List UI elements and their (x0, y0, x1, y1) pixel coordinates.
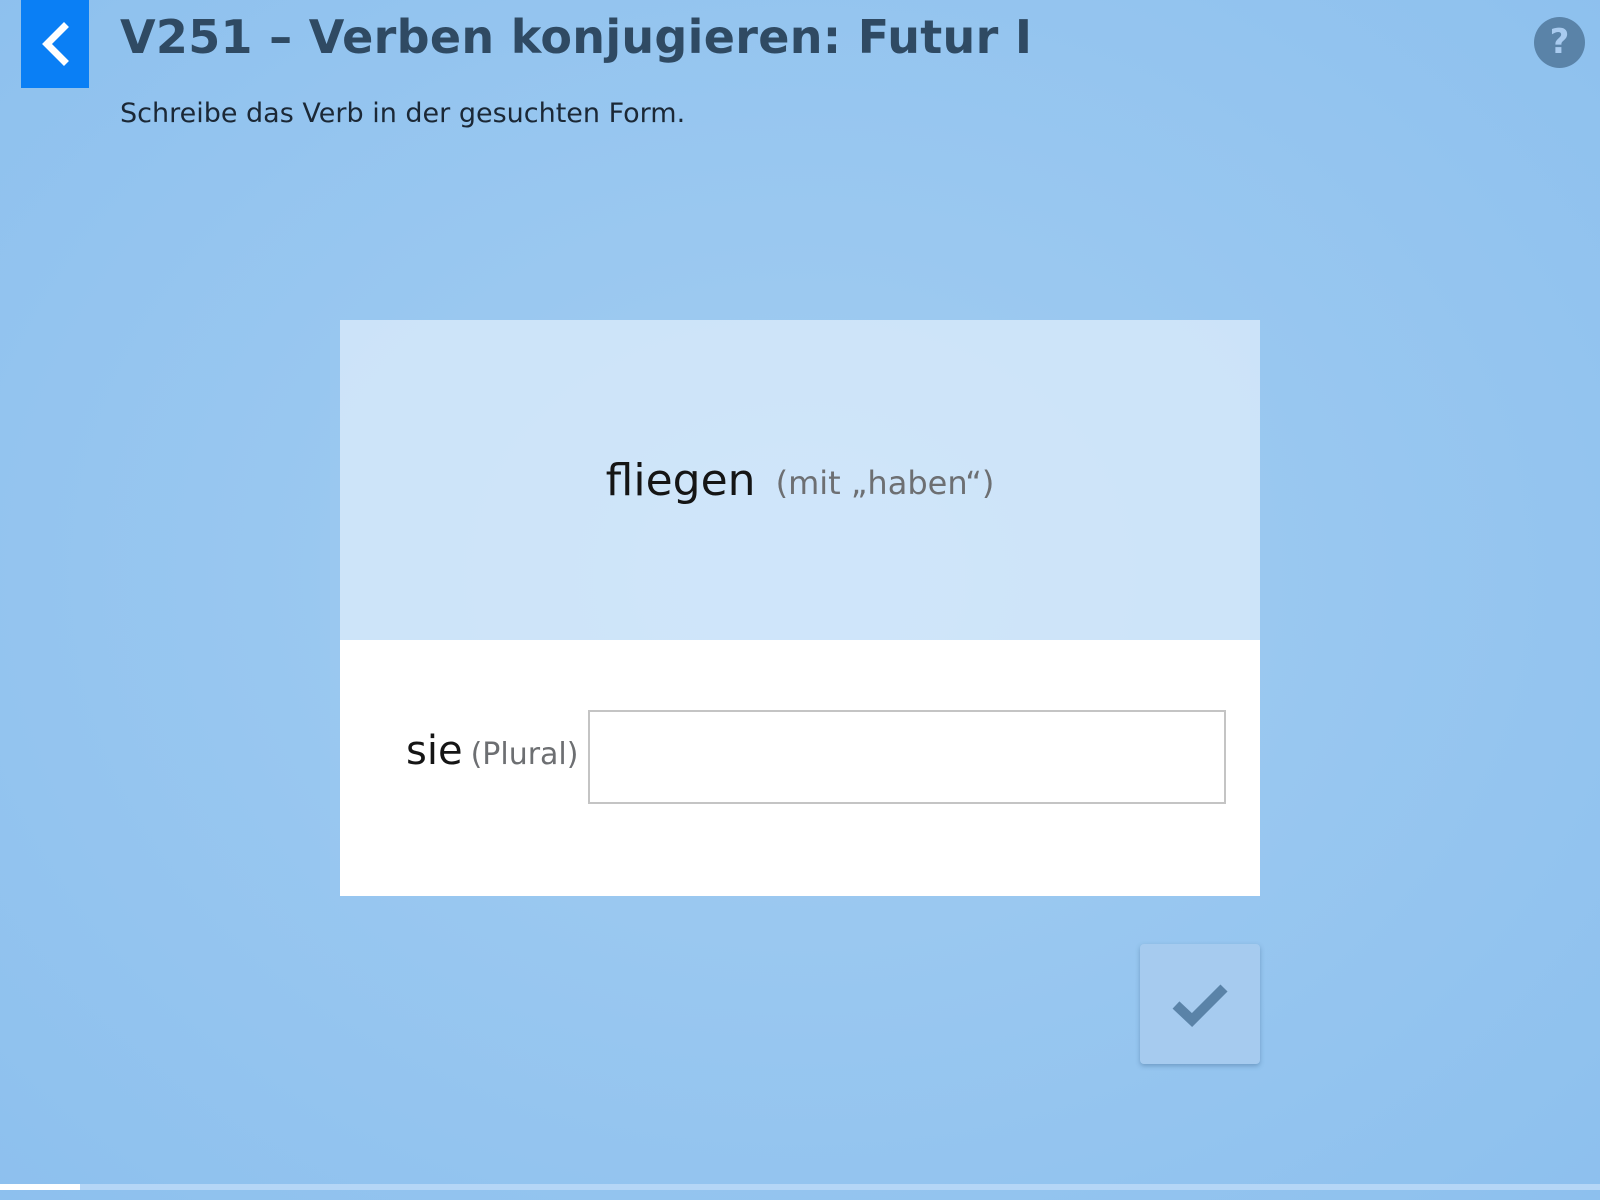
progress-bar (0, 1184, 1600, 1190)
pronoun-label: sie (Plural) (406, 728, 578, 784)
help-button[interactable]: ? (1534, 17, 1585, 68)
exercise-card: fliegen (mit „haben“) sie (Plural) (340, 320, 1260, 896)
verb-infinitive: fliegen (605, 454, 756, 506)
checkmark-icon (1170, 980, 1230, 1028)
page-title: V251 – Verben konjugieren: Futur I (120, 10, 1033, 64)
question-mark-icon: ? (1549, 22, 1570, 62)
progress-fill (0, 1184, 80, 1190)
back-button[interactable] (21, 0, 89, 88)
answer-area: sie (Plural) (340, 640, 1260, 896)
verb-prompt: fliegen (mit „haben“) (340, 320, 1260, 640)
check-answer-button[interactable] (1140, 944, 1260, 1064)
pronoun: sie (406, 728, 463, 774)
verb-auxiliary-hint: (mit „haben“) (775, 464, 995, 502)
answer-input[interactable] (588, 710, 1226, 804)
instruction-text: Schreibe das Verb in der gesuchten Form. (120, 98, 686, 129)
chevron-left-icon (40, 22, 70, 66)
pronoun-hint: (Plural) (470, 737, 579, 772)
